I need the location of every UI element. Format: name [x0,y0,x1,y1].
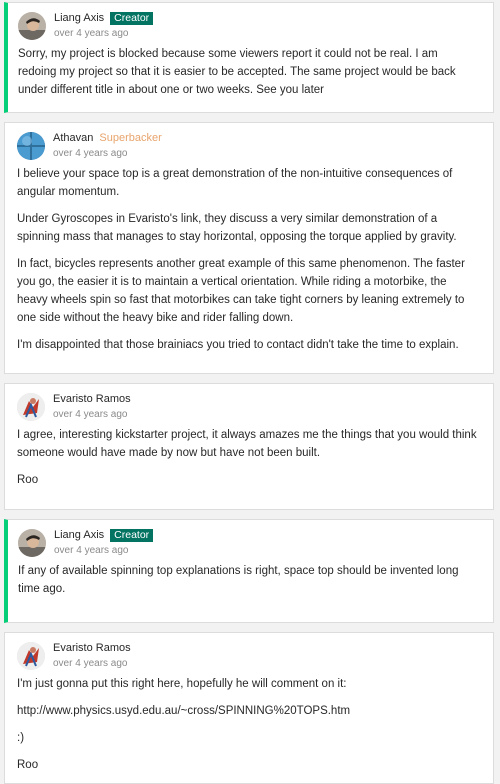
author-name[interactable]: Athavan [53,131,93,146]
comment-paragraph: If any of available spinning top explana… [18,565,459,595]
comment-body: I agree, interesting kickstarter project… [17,426,479,489]
comment-body: I'm just gonna put this right here, hope… [17,675,479,774]
comment-body: I believe your space top is a great demo… [17,165,479,354]
avatar[interactable] [17,642,45,670]
comment-timestamp[interactable]: over 4 years ago [53,146,162,161]
comment-link[interactable]: http://www.physics.usyd.edu.au/~cross/SP… [17,702,479,720]
comment-paragraph: Roo [17,474,39,486]
comment-paragraph: I believe your space top is a great demo… [17,168,453,198]
comment-card: Liang Axis Creator over 4 years ago If a… [4,519,494,623]
comment-timestamp[interactable]: over 4 years ago [54,26,153,41]
comment-timestamp[interactable]: over 4 years ago [54,543,153,558]
comment-card: Athavan Superbacker over 4 years ago I b… [4,122,494,374]
comment-paragraph: In fact, bicycles represents another gre… [17,258,465,324]
avatar[interactable] [18,12,46,40]
avatar-image [18,12,46,40]
avatar-image [17,393,45,421]
avatar-image [17,642,45,670]
superbacker-badge: Superbacker [99,132,162,144]
avatar-image [18,529,46,557]
author-name[interactable]: Evaristo Ramos [53,392,131,407]
comment-paragraph: Under Gyroscopes in Evaristo's link, the… [17,213,457,243]
author-name[interactable]: Liang Axis [54,528,104,543]
comment-paragraph: Sorry, my project is blocked because som… [18,48,456,96]
comment-timestamp[interactable]: over 4 years ago [53,656,131,671]
comment-paragraph: :) [17,732,25,744]
comments-feed: Liang Axis Creator over 4 years ago Sorr… [0,0,500,784]
comment-body: If any of available spinning top explana… [18,562,479,598]
comment-paragraph: Roo [17,759,39,771]
avatar-image [17,132,45,160]
comment-paragraph: I'm just gonna put this right here, hope… [17,678,347,690]
creator-badge: Creator [110,12,154,25]
comment-card: Evaristo Ramos over 4 years ago I'm just… [4,632,494,784]
author-name[interactable]: Liang Axis [54,11,104,26]
author-name[interactable]: Evaristo Ramos [53,641,131,656]
comment-body: Sorry, my project is blocked because som… [18,45,479,99]
avatar[interactable] [17,393,45,421]
comment-timestamp[interactable]: over 4 years ago [53,407,131,422]
comment-card: Evaristo Ramos over 4 years ago I agree,… [4,383,494,510]
avatar[interactable] [18,529,46,557]
comment-paragraph: I'm disappointed that those brainiacs yo… [17,339,459,351]
avatar[interactable] [17,132,45,160]
creator-badge: Creator [110,529,154,542]
comment-paragraph: I agree, interesting kickstarter project… [17,429,477,459]
comment-card: Liang Axis Creator over 4 years ago Sorr… [4,2,494,113]
